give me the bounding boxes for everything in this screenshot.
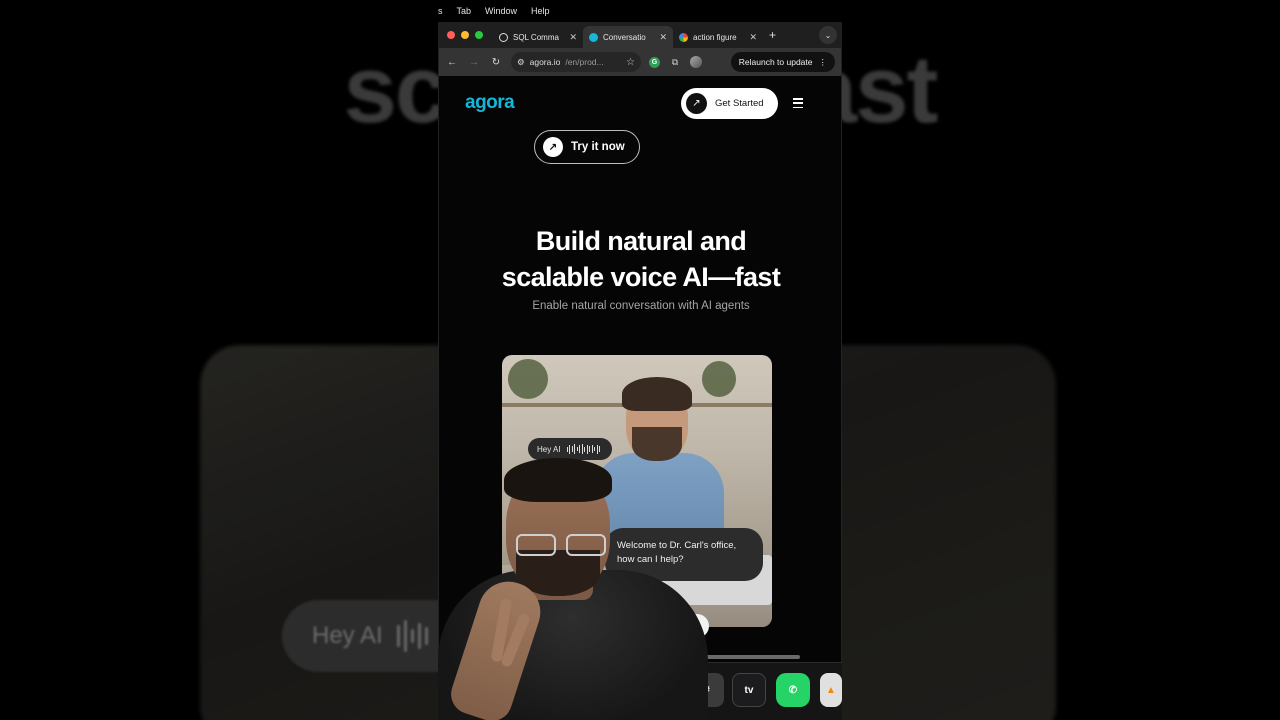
apple-tv-icon[interactable]: tv: [732, 673, 766, 707]
close-icon[interactable]: ✕: [569, 32, 577, 43]
address-bar[interactable]: ⚙ agora.io/en/prod... ☆: [511, 52, 641, 72]
whatsapp-icon[interactable]: ✆: [776, 673, 810, 707]
tab-search-chevron-icon[interactable]: ⌄: [819, 26, 837, 44]
man-hair: [622, 377, 692, 411]
google-icon: [679, 32, 688, 42]
bookmark-star-icon[interactable]: ☆: [626, 57, 635, 68]
zoom-window-button[interactable]: [475, 31, 483, 39]
close-window-button[interactable]: [447, 31, 455, 39]
hero-title-line2: scalable voice AI—fast: [501, 262, 781, 292]
video-frame: Buil and scalab I—fast Enable nat AI age…: [0, 0, 1280, 720]
relaunch-to-update-button[interactable]: Relaunch to update ⋮: [730, 52, 835, 72]
try-it-now-button[interactable]: ↗ Try it now: [534, 130, 640, 164]
tab-strip: SQL Comma ✕ Conversatio ✕ action figure …: [439, 22, 841, 48]
vlc-icon[interactable]: ▲: [820, 673, 842, 707]
address-path: /en/prod...: [565, 57, 604, 67]
tab-label: action figure: [693, 32, 737, 42]
presenter-overlay: [438, 440, 728, 720]
plant: [702, 361, 736, 397]
presenter-glasses: [516, 534, 606, 556]
menu-item-help[interactable]: Help: [531, 6, 550, 16]
tab-sql-commands[interactable]: SQL Comma ✕: [493, 26, 583, 48]
hamburger-menu-icon[interactable]: [793, 98, 803, 108]
relaunch-label: Relaunch to update: [738, 57, 813, 67]
get-started-button[interactable]: ↗ Get Started: [681, 88, 778, 119]
menu-item-partial[interactable]: s: [438, 6, 443, 16]
agora-logo[interactable]: agora: [465, 92, 515, 114]
profile-avatar[interactable]: [690, 56, 702, 68]
new-tab-button[interactable]: +: [769, 28, 776, 42]
extensions-puzzle-icon[interactable]: ⧉: [668, 55, 682, 69]
window-controls: [447, 31, 483, 39]
presenter-hair: [504, 458, 612, 502]
agora-icon: [589, 32, 598, 42]
arrow-up-right-icon: ↗: [543, 137, 563, 157]
try-it-now-label: Try it now: [571, 141, 625, 153]
menu-item-window[interactable]: Window: [485, 6, 517, 16]
tab-action-figure[interactable]: action figure ✕: [673, 26, 763, 48]
site-settings-icon[interactable]: ⚙: [517, 57, 525, 68]
waveform-icon: [396, 620, 428, 652]
address-domain: agora.io: [529, 57, 561, 67]
more-menu-icon[interactable]: ⋮: [819, 57, 828, 68]
close-icon[interactable]: ✕: [749, 32, 757, 43]
forward-arrow-icon[interactable]: →: [467, 57, 481, 68]
tab-conversational-ai[interactable]: Conversatio ✕: [583, 26, 673, 48]
site-header: agora ↗ Get Started: [439, 76, 841, 132]
apple-tv-label: tv: [744, 684, 754, 696]
background-pill-label: Hey AI: [312, 622, 383, 649]
browser-toolbar: ← → ↻ ⚙ agora.io/en/prod... ☆ G ⧉ Relaun…: [439, 48, 841, 76]
tab-label: SQL Comma: [513, 32, 559, 42]
mac-menu-bar: s Tab Window Help: [438, 0, 842, 22]
close-icon[interactable]: ✕: [659, 32, 667, 43]
hero-title: Build natural and scalable voice AI—fast: [459, 223, 823, 295]
get-started-label: Get Started: [715, 98, 764, 109]
hero-title-line1: Build natural and: [535, 226, 747, 256]
menu-item-tab[interactable]: Tab: [457, 6, 472, 16]
reload-icon[interactable]: ↻: [489, 57, 503, 68]
arrow-up-right-icon: ↗: [686, 93, 707, 114]
plant: [508, 359, 548, 399]
tab-label: Conversatio: [603, 32, 646, 42]
grammarly-extension-icon[interactable]: G: [649, 56, 660, 68]
hero-subtitle: Enable natural conversation with AI agen…: [532, 300, 750, 312]
openai-icon: [499, 32, 508, 42]
minimize-window-button[interactable]: [461, 31, 469, 39]
back-arrow-icon[interactable]: ←: [445, 57, 459, 68]
